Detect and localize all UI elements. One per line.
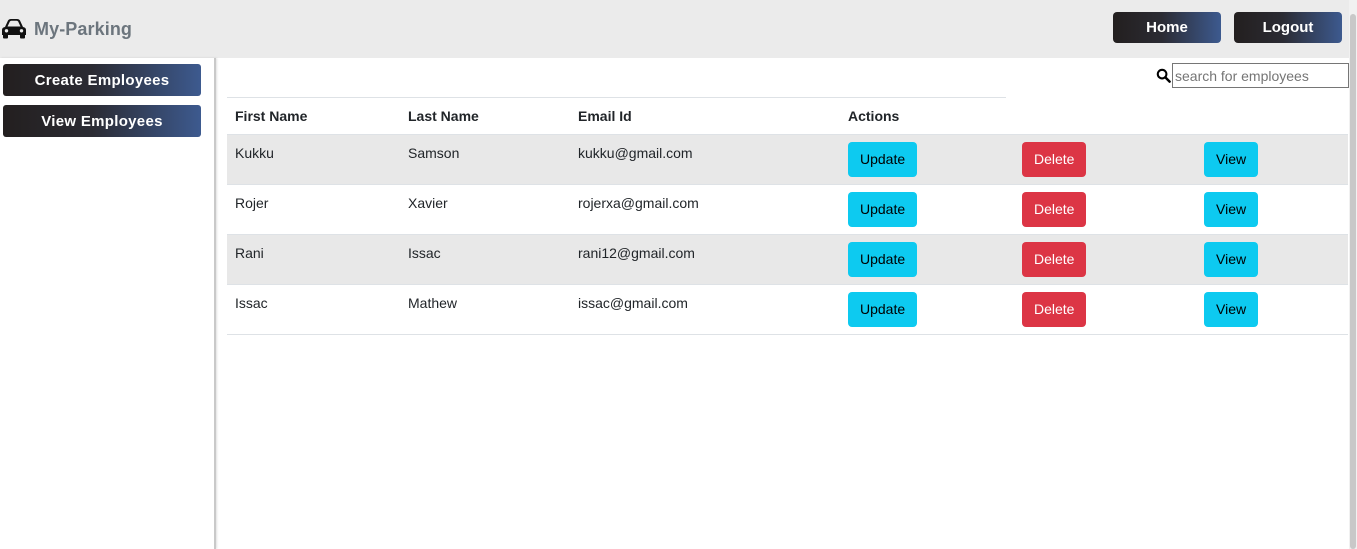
cell-email: kukku@gmail.com xyxy=(570,134,840,185)
header-actions: Actions xyxy=(848,107,900,124)
delete-button[interactable]: Delete xyxy=(1022,141,1087,177)
view-button[interactable]: View xyxy=(1204,141,1259,177)
cell-view: View xyxy=(1196,234,1348,285)
cell-last-name: Samson xyxy=(400,134,570,185)
update-button[interactable]: Update xyxy=(848,191,918,227)
cell-view: View xyxy=(1196,184,1348,235)
home-button[interactable]: Home xyxy=(1113,12,1221,43)
update-button[interactable]: Update xyxy=(848,241,918,277)
header-last-name: Last Name xyxy=(408,107,479,124)
cell-delete: Delete xyxy=(1014,284,1196,335)
cell-first-name: Rani xyxy=(227,234,400,285)
delete-button[interactable]: Delete xyxy=(1022,291,1087,327)
header-email: Email Id xyxy=(578,107,632,124)
cell-first-name: Issac xyxy=(227,284,400,335)
table-row: Rani Issac rani12@gmail.com Update Delet… xyxy=(227,234,1348,285)
header-first-name: First Name xyxy=(235,107,308,124)
view-employees-button[interactable]: View Employees xyxy=(3,105,201,137)
cell-delete: Delete xyxy=(1014,184,1196,235)
cell-last-name: Issac xyxy=(400,234,570,285)
brand[interactable]: My-Parking xyxy=(0,14,132,44)
cell-update: Update xyxy=(840,184,1014,235)
cell-email: issac@gmail.com xyxy=(570,284,840,335)
create-employees-button[interactable]: Create Employees xyxy=(3,64,201,96)
update-button[interactable]: Update xyxy=(848,291,918,327)
employee-table: First Name Last Name Email Id Actions Ku… xyxy=(227,98,1348,335)
cell-email: rojerxa@gmail.com xyxy=(570,184,840,235)
brand-name: My-Parking xyxy=(34,18,133,39)
cell-update: Update xyxy=(840,134,1014,185)
cell-update: Update xyxy=(840,234,1014,285)
search-bar xyxy=(1156,63,1349,88)
table-row: Kukku Samson kukku@gmail.com Update Dele… xyxy=(227,134,1348,185)
cell-delete: Delete xyxy=(1014,134,1196,185)
update-button[interactable]: Update xyxy=(848,141,918,177)
scrollbar-thumb[interactable] xyxy=(1350,14,1356,549)
table-header-row: First Name Last Name Email Id Actions xyxy=(227,98,1348,134)
top-navbar: My-Parking Home Logout xyxy=(0,0,1349,58)
cell-first-name: Kukku xyxy=(227,134,400,185)
cell-last-name: Mathew xyxy=(400,284,570,335)
search-icon xyxy=(1156,68,1171,83)
search-input[interactable] xyxy=(1172,63,1349,88)
cell-update: Update xyxy=(840,284,1014,335)
cell-view: View xyxy=(1196,134,1348,185)
header-blank xyxy=(1014,98,1196,134)
page-scrollbar[interactable] xyxy=(1349,0,1357,549)
cell-email: rani12@gmail.com xyxy=(570,234,840,285)
logout-button[interactable]: Logout xyxy=(1234,12,1342,43)
view-button[interactable]: View xyxy=(1204,291,1259,327)
cell-last-name: Xavier xyxy=(400,184,570,235)
table-row: Issac Mathew issac@gmail.com Update Dele… xyxy=(227,284,1348,335)
cell-first-name: Rojer xyxy=(227,184,400,235)
cell-delete: Delete xyxy=(1014,234,1196,285)
header-blank xyxy=(1196,98,1348,134)
car-icon xyxy=(2,19,26,39)
table-row: Rojer Xavier rojerxa@gmail.com Update De… xyxy=(227,184,1348,235)
sidebar: Create Employees View Employees xyxy=(0,58,216,549)
cell-view: View xyxy=(1196,284,1348,335)
delete-button[interactable]: Delete xyxy=(1022,191,1087,227)
delete-button[interactable]: Delete xyxy=(1022,241,1087,277)
view-button[interactable]: View xyxy=(1204,241,1259,277)
view-button[interactable]: View xyxy=(1204,191,1259,227)
